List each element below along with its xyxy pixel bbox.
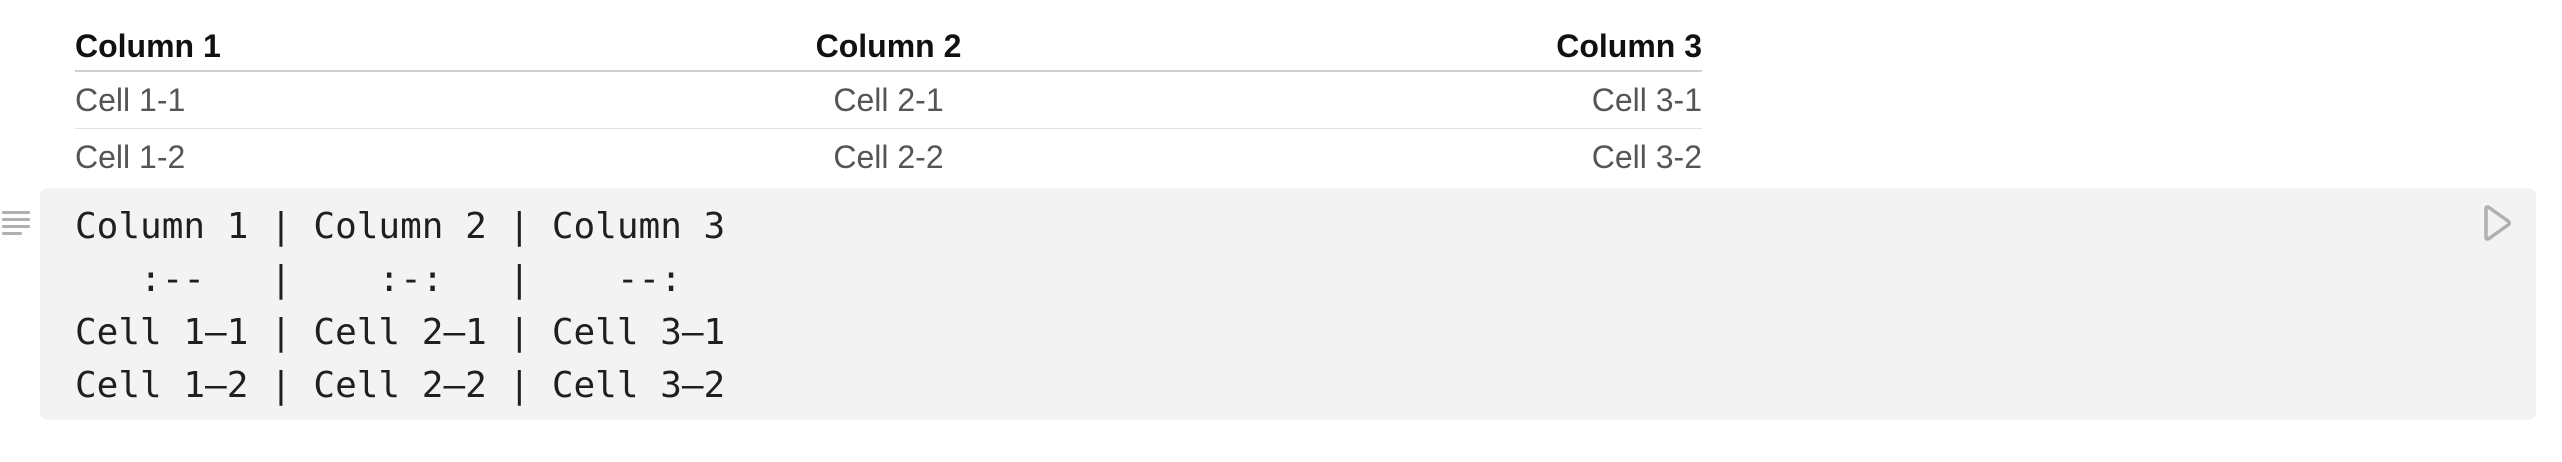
table-cell: Cell 1-1 (75, 71, 618, 129)
table-header-row: Column 1 Column 2 Column 3 (75, 22, 1702, 72)
markdown-source-cell[interactable]: Column 1 | Column 2 | Column 3 :-- | :-:… (40, 188, 2536, 420)
code-line[interactable]: Cell 1–2 | Cell 2–2 | Cell 3–2 (75, 359, 725, 412)
table-cell: Cell 1-2 (75, 138, 186, 175)
column-header-2: Column 2 (617, 22, 1160, 72)
table-row: Cell 1-1 Cell 2-1 Cell 3-1 (75, 71, 1702, 129)
column-header-3: Column 3 (1159, 22, 1702, 72)
table-cell: Cell 2-2 (833, 138, 944, 175)
rendered-table: Column 1 Column 2 Column 3 Cell 1-1 Cell… (75, 22, 1702, 185)
table-cell: Cell 3-1 (1159, 71, 1702, 129)
code-line[interactable]: Cell 1–1 | Cell 2–1 | Cell 3–1 (75, 306, 725, 359)
table-row: Cell 1-2 Cell 2-2 Cell 3-2 (75, 129, 1702, 186)
drag-handle-icon[interactable] (0, 208, 34, 238)
run-icon[interactable] (2478, 204, 2514, 242)
code-line[interactable]: Column 1 | Column 2 | Column 3 (75, 200, 725, 253)
markdown-source-editor[interactable]: Column 1 | Column 2 | Column 3 :-- | :-:… (75, 200, 725, 412)
table-cell: Cell 3-2 (1591, 138, 1702, 175)
table-cell: Cell 2-1 (617, 71, 1160, 129)
code-line[interactable]: :-- | :-: | --: (75, 253, 725, 306)
column-header-1: Column 1 (75, 22, 618, 72)
